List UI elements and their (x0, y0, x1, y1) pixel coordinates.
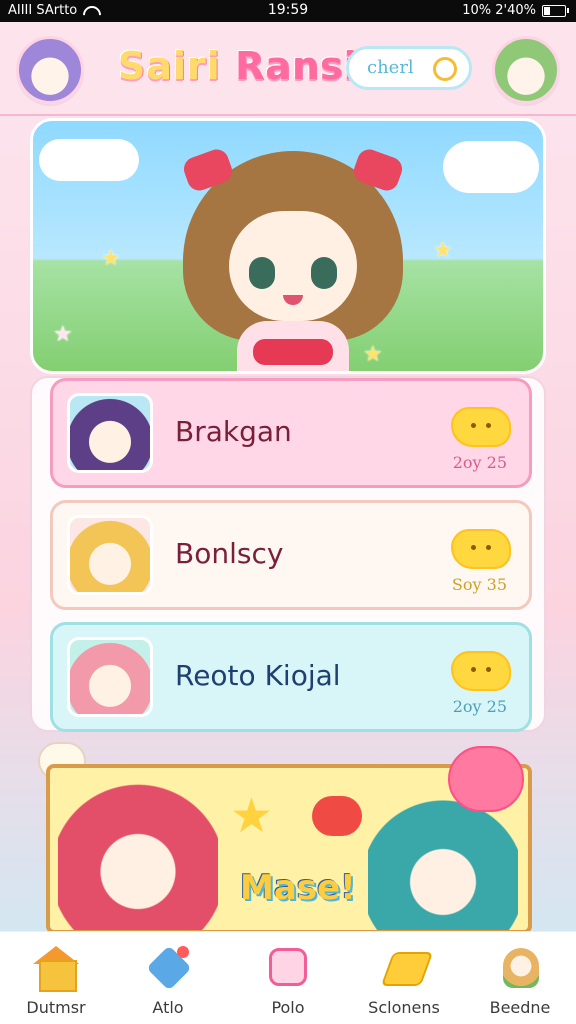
nav-label: Atlo (152, 998, 184, 1017)
girl-character (58, 778, 218, 930)
tag-icon (145, 945, 192, 991)
pencil-body (380, 952, 434, 986)
sun-badge-icon (451, 407, 511, 447)
pencil-icon (380, 946, 434, 990)
status-bar: AIIII SArtto 19:59 10% 2'40% (0, 0, 576, 22)
hero-bowtie (253, 339, 333, 365)
notification-dot (177, 946, 189, 958)
boy-character (368, 794, 518, 930)
character-meta: Soy 35 (451, 575, 507, 594)
promo-word: Mase! (240, 868, 356, 908)
nav-item-polo[interactable]: Polo (238, 946, 338, 1017)
nav-item-sclonens[interactable]: Sclonens (354, 946, 454, 1017)
character-meta: 2oy 25 (452, 453, 507, 472)
app-header: Sairi Ransi cherl (0, 22, 576, 116)
search-button[interactable]: cherl (346, 46, 472, 90)
app-title: Sairi Ransi (118, 44, 358, 88)
home-icon (33, 946, 79, 992)
user-avatar-right[interactable] (492, 36, 560, 104)
nav-item-atlo[interactable]: Atlo (118, 945, 218, 1017)
search-text: cherl (367, 57, 414, 78)
nav-item-beedne[interactable]: Beedne (470, 946, 570, 1017)
nav-label: Dutmsr (26, 998, 86, 1017)
list-item[interactable]: Reoto Kiojal 2oy 25 (50, 622, 532, 732)
profile-body (503, 948, 539, 988)
hero-banner[interactable]: ★ ★ ★ ★ (30, 118, 546, 374)
profile-icon (497, 946, 543, 990)
list-item[interactable]: Brakgan 2oy 25 (50, 378, 532, 488)
blob-decoration (312, 796, 362, 836)
nav-label: Sclonens (368, 998, 440, 1017)
book-icon (265, 946, 311, 990)
battery-level (544, 6, 550, 15)
star-icon: ★ (53, 321, 73, 346)
hero-character (180, 141, 406, 371)
character-list: Brakgan 2oy 25 Bonlscy Soy 35 Reoto Kioj… (30, 376, 546, 732)
hero-eye-left (249, 257, 275, 289)
star-icon: ★ (230, 790, 274, 843)
search-icon (433, 57, 457, 81)
sun-badge-icon (451, 529, 511, 569)
star-icon: ★ (433, 237, 453, 262)
balloon-decoration (448, 746, 524, 812)
character-name: Reoto Kiojal (175, 659, 341, 692)
battery-icon (542, 4, 569, 17)
hero-mouth (283, 295, 303, 305)
app-title-part1: Sairi (118, 44, 221, 88)
bottom-nav: Dutmsr Atlo Polo Sclonens Beedne (0, 931, 576, 1024)
book-body (269, 948, 307, 986)
character-avatar (67, 393, 153, 473)
status-right: 10% 2'40% (462, 3, 569, 18)
app-title-part2: Ransi (235, 44, 358, 88)
battery-percent: 10% 2'40% (462, 3, 536, 18)
nav-item-home[interactable]: Dutmsr (6, 946, 106, 1017)
list-item[interactable]: Bonlscy Soy 35 (50, 500, 532, 610)
nav-label: Beedne (489, 998, 551, 1017)
home-body (39, 960, 77, 992)
sun-badge-icon (451, 651, 511, 691)
hero-eye-right (311, 257, 337, 289)
character-meta: 2oy 25 (452, 697, 507, 716)
star-icon: ★ (101, 245, 121, 270)
character-avatar (67, 515, 153, 595)
character-avatar (67, 637, 153, 717)
hero-face (229, 211, 357, 321)
cloud-decoration (39, 139, 139, 181)
character-name: Bonlscy (175, 537, 284, 570)
user-avatar-left[interactable] (16, 36, 84, 104)
nav-label: Polo (271, 998, 305, 1017)
cloud-decoration (443, 141, 539, 193)
character-name: Brakgan (175, 415, 292, 448)
